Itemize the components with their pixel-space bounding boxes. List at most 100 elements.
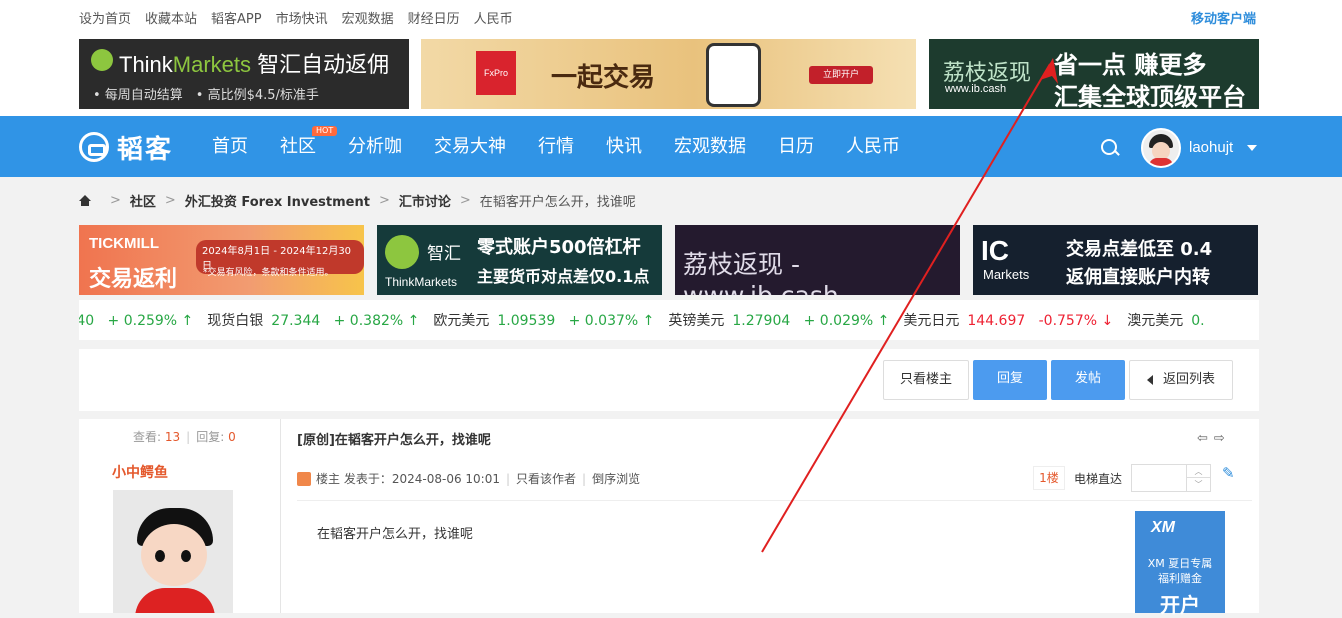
thinkmarkets-logo-icon xyxy=(91,49,113,71)
avatar[interactable] xyxy=(1141,128,1181,168)
top-links: 设为首页 收藏本站 韬客APP 市场快讯 宏观数据 财经日历 人民币 xyxy=(79,10,527,30)
nav-item-rmb[interactable]: 人民币 xyxy=(846,116,900,177)
ad4-brand: TICKMILL xyxy=(89,235,159,252)
author-avatar[interactable] xyxy=(113,490,233,613)
ticker-price: 1.27904 xyxy=(732,313,795,329)
reverse-order-link[interactable]: 倒序浏览 xyxy=(592,470,640,487)
replies-label: 回复: xyxy=(196,430,225,444)
ticker-item[interactable]: 澳元美元 0. xyxy=(1127,310,1218,330)
search-icon[interactable] xyxy=(1101,139,1117,155)
breadcrumb: > 社区 > 外汇投资 Forex Investment > 汇市讨论 > 在韬… xyxy=(79,190,636,210)
next-thread-icon[interactable]: ⇨ xyxy=(1214,431,1231,446)
ticker-item[interactable]: 现货白银 27.344 + 0.382% ↑ xyxy=(207,310,419,330)
top-link-rmb[interactable]: 人民币 xyxy=(474,10,513,30)
go-icon[interactable]: ✎ xyxy=(1222,464,1235,482)
meta-role: 楼主 xyxy=(316,472,341,486)
ad-thinkmarkets-zero[interactable]: 智汇 ThinkMarkets 零式账户500倍杠杆 主要货币对点差仅0.1点 xyxy=(377,225,662,295)
ad-icmarkets-banner[interactable]: IC Markets 交易点差低至 0.4 返佣直接账户内转 xyxy=(973,225,1258,295)
nav-item-macro[interactable]: 宏观数据 xyxy=(674,116,746,177)
ticker-item[interactable]: 英镑美元 1.27904 + 0.029% ↑ xyxy=(668,310,889,330)
portrait-body xyxy=(135,588,215,613)
ad1-headline: ThinkMarkets 智汇自动返佣 xyxy=(119,52,390,77)
nav-item-flash[interactable]: 快讯 xyxy=(606,116,642,177)
ad-thinkmarkets-banner[interactable]: ThinkMarkets 智汇自动返佣 • 每周自动结算 • 高比例$4.5/标… xyxy=(79,39,409,109)
xm-logo: XM xyxy=(1151,519,1175,536)
nav-item-analysis[interactable]: 分析咖 xyxy=(348,116,402,177)
ad5-brand: 智汇 xyxy=(427,244,461,264)
nav-item-quotes[interactable]: 行情 xyxy=(538,116,574,177)
top-link-set-home[interactable]: 设为首页 xyxy=(79,10,131,30)
nav-item-traders[interactable]: 交易大神 xyxy=(434,116,506,177)
stats-divider: | xyxy=(186,430,191,444)
breadcrumb-separator: > xyxy=(459,192,471,208)
home-icon[interactable] xyxy=(79,194,91,206)
prev-thread-icon[interactable]: ⇦ xyxy=(1197,431,1214,446)
thread-action-bar: 只看楼主 回复 发帖 返回列表 xyxy=(79,349,1259,411)
ad3-slogan-2: 汇集全球顶级平台 xyxy=(1054,83,1246,109)
nav-item-home[interactable]: 首页 xyxy=(212,116,248,177)
post-divider xyxy=(297,500,1252,501)
thread-stats: 查看: 13 | 回复: 0 xyxy=(133,428,236,445)
ad-xm-sidebar[interactable]: XM XM 夏日专属 福利赠金 开户 xyxy=(1135,511,1225,617)
ticker-item[interactable]: 美元日元 144.697 -0.757% ↓ xyxy=(903,310,1113,330)
ticker-price: 0. xyxy=(1191,313,1210,329)
floor-number: 1楼 xyxy=(1033,466,1065,490)
logo-icon xyxy=(79,132,109,162)
price-ticker: .940 + 0.259% ↑ 现货白银 27.344 + 0.382% ↑ 欧元美元… xyxy=(79,300,1259,340)
meta-divider: | xyxy=(582,471,587,486)
xm-line2: 福利赠金 xyxy=(1158,572,1202,585)
nav-item-community-label: 社区 xyxy=(280,136,316,157)
ad-tickmill-banner[interactable]: TICKMILL 交易返利 2024年8月1日 - 2024年12月30日 *交… xyxy=(79,225,364,295)
ad7-sub: Markets xyxy=(983,267,1030,282)
site-logo[interactable]: 韬客 xyxy=(79,130,173,165)
mobile-client-link[interactable]: 移动客户端 xyxy=(1191,10,1256,30)
author-name[interactable]: 小中鳄鱼 xyxy=(112,462,168,482)
top-link-macro[interactable]: 宏观数据 xyxy=(342,10,394,30)
top-link-app[interactable]: 韬客APP xyxy=(211,10,262,30)
post-content: 在韬客开户怎么开，找谁呢 xyxy=(317,527,474,542)
top-link-calendar[interactable]: 财经日历 xyxy=(408,10,460,30)
ticker-item[interactable]: 欧元美元 1.09539 + 0.037% ↑ xyxy=(433,310,654,330)
thinkmarkets-logo-icon xyxy=(385,235,419,269)
top-link-bookmark[interactable]: 收藏本站 xyxy=(145,10,197,30)
ad-ibcash-wide[interactable]: 荔枝返现 - www.ib.cash xyxy=(675,225,960,295)
breadcrumb-discussion[interactable]: 汇市讨论 xyxy=(399,191,451,210)
username[interactable]: laohujt xyxy=(1189,139,1233,156)
only-op-button[interactable]: 只看楼主 xyxy=(883,360,969,400)
new-post-button[interactable]: 发帖 xyxy=(1051,360,1125,400)
top-link-news[interactable]: 市场快讯 xyxy=(276,10,328,30)
ad4-title: 交易返利 xyxy=(89,267,178,292)
breadcrumb-forex[interactable]: 外汇投资 Forex Investment xyxy=(185,191,370,210)
views-label: 查看: xyxy=(133,430,162,444)
ticker-price: .940 xyxy=(79,313,95,329)
nav-item-community[interactable]: 社区 HOT xyxy=(280,116,338,177)
ad7-line2: 返佣直接账户内转 xyxy=(1066,267,1210,288)
nav-item-calendar[interactable]: 日历 xyxy=(778,116,814,177)
portrait-eye xyxy=(181,550,191,562)
breadcrumb-community[interactable]: 社区 xyxy=(130,191,156,210)
ad4-note: *交易有风险，条款和条件适用。 xyxy=(203,268,334,278)
chevron-down-icon[interactable] xyxy=(1247,145,1257,151)
ticker-price: 144.697 xyxy=(967,313,1030,329)
stepper-up-icon[interactable]: ︿ xyxy=(1186,465,1210,478)
ad7-line1: 交易点差低至 0.4 xyxy=(1066,239,1213,260)
replies-count: 0 xyxy=(228,430,236,444)
reply-button[interactable]: 回复 xyxy=(973,360,1047,400)
ad2-open-account-button[interactable]: 立即开户 xyxy=(809,66,873,84)
only-author-link[interactable]: 只看该作者 xyxy=(516,470,576,487)
breadcrumb-current: 在韬客开户怎么开，找谁呢 xyxy=(479,194,636,210)
ticker-item[interactable]: .940 + 0.259% ↑ xyxy=(79,313,193,329)
prev-next-arrows[interactable]: ⇦⇨ xyxy=(1197,431,1231,446)
ad5-line1: 零式账户500倍杠杆 xyxy=(477,237,641,258)
meta-time: 发表于：2024-08-06 10:01 xyxy=(343,472,500,486)
ad-ibcash-banner[interactable]: 荔枝返现 www.ib.cash 省一点 赚更多 汇集全球顶级平台 xyxy=(929,39,1259,109)
ad3-url: www.ib.cash xyxy=(945,83,1007,95)
back-to-list-label: 返回列表 xyxy=(1162,372,1215,387)
ticker-change: + 0.259% ↑ xyxy=(98,313,194,329)
back-to-list-button[interactable]: 返回列表 xyxy=(1129,360,1233,400)
ad7-brand: IC xyxy=(981,235,1009,266)
ad-fxpro-banner[interactable]: FxPro 一起交易 立即开户 xyxy=(421,39,916,109)
post-meta: 楼主 发表于：2024-08-06 10:01 | 只看该作者 | 倒序浏览 xyxy=(297,470,640,487)
stepper-down-icon[interactable]: ﹀ xyxy=(1186,478,1210,491)
floor-jump-input[interactable]: ︿ ﹀ xyxy=(1131,464,1211,492)
